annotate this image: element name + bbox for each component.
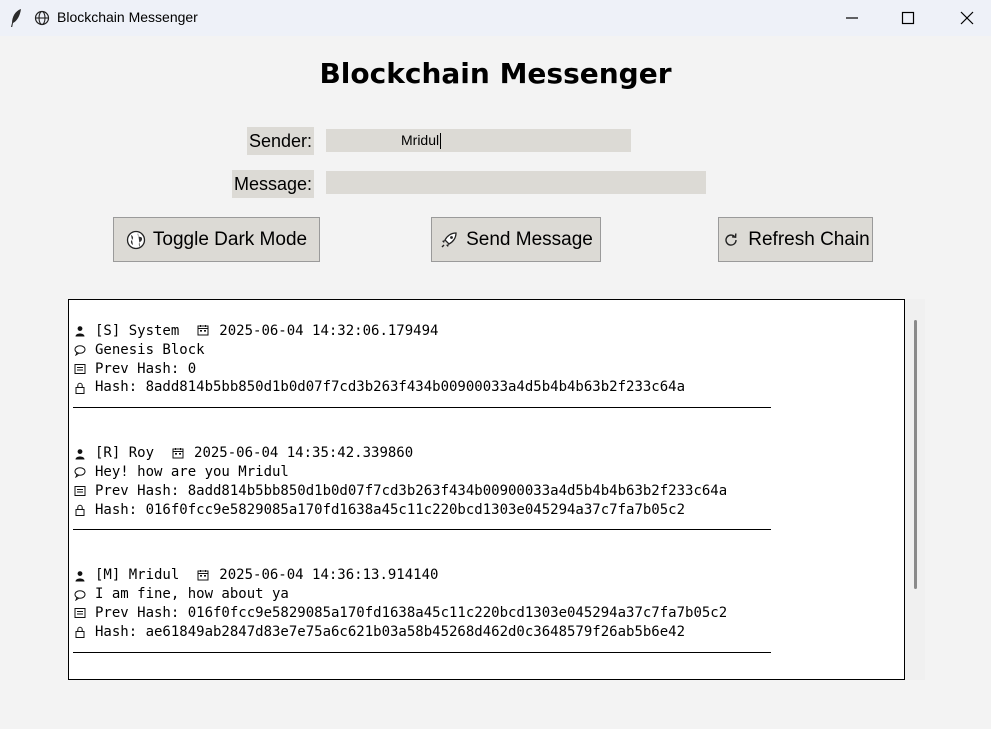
block-sender: [S] System — [95, 323, 180, 339]
block-message-line: I am fine, how about ya — [73, 585, 904, 604]
message-label: Message: — [232, 170, 315, 198]
block-timestamp: 2025-06-04 14:35:42.339860 — [194, 445, 414, 462]
block-separator — [73, 407, 771, 409]
scrollbar[interactable] — [905, 299, 925, 680]
speech-bubble-icon — [73, 343, 87, 357]
block-separator — [73, 529, 771, 531]
close-icon — [960, 11, 974, 25]
block-timestamp: 2025-06-04 14:36:13.914140 — [219, 567, 439, 584]
send-message-label: Send Message — [466, 228, 593, 250]
chain-block: [S] System 2025-06-04 14:32:06.179494 Gene… — [73, 322, 904, 409]
maximize-icon — [901, 11, 915, 25]
block-hash-line: Hash: 016f0fcc9e5829085a170fd1638a45c11c… — [73, 501, 904, 520]
title-bar: Blockchain Messenger — [0, 0, 991, 36]
chain-block: [R] Roy 2025-06-04 14:35:42.339860 Hey! ho… — [73, 444, 904, 531]
lock-icon — [73, 625, 87, 639]
sender-value: Mridul — [401, 132, 440, 148]
refresh-chain-button[interactable]: Refresh Chain — [718, 217, 873, 262]
person-icon — [73, 569, 87, 583]
page-title: Blockchain Messenger — [319, 57, 672, 90]
close-button[interactable] — [944, 0, 990, 36]
ledger-icon — [73, 362, 87, 376]
scrollbar-thumb[interactable] — [914, 320, 917, 589]
chain-block: [M] Mridul 2025-06-04 14:36:13.914140 I am… — [73, 566, 904, 653]
person-icon — [73, 447, 87, 461]
block-message: Hey! how are you Mridul — [95, 463, 289, 480]
block-prev-hash-line: Prev Hash: 016f0fcc9e5829085a170fd1638a4… — [73, 604, 904, 623]
lock-icon — [73, 381, 87, 395]
block-prev-hash: Prev Hash: 8add814b5bb850d1b0d07f7cd3b26… — [95, 482, 728, 499]
ledger-icon — [73, 606, 87, 620]
refresh-chain-label: Refresh Chain — [748, 228, 870, 250]
block-sender: [M] Mridul — [95, 567, 180, 584]
block-prev-hash: Prev Hash: 016f0fcc9e5829085a170fd1638a4… — [95, 604, 728, 621]
sender-label: Sender: — [247, 127, 315, 155]
block-separator — [73, 651, 771, 653]
globe-icon — [126, 230, 146, 249]
person-icon — [73, 324, 87, 338]
calendar-icon — [172, 447, 186, 461]
message-input[interactable] — [326, 171, 706, 194]
speech-bubble-icon — [73, 465, 87, 479]
minimize-button[interactable] — [829, 0, 875, 36]
toggle-dark-mode-label: Toggle Dark Mode — [152, 228, 308, 250]
block-hash-line: Hash: 8add814b5bb850d1b0d07f7cd3b263f434… — [73, 378, 904, 397]
feather-icon — [9, 8, 23, 28]
minimize-icon — [846, 17, 858, 19]
window-title: Blockchain Messenger — [57, 9, 198, 25]
block-message-line: Hey! how are you Mridul — [73, 463, 904, 482]
sender-input[interactable]: Mridul — [326, 129, 631, 152]
block-sender: [R] Roy — [95, 445, 155, 462]
chain-log[interactable]: [S] System 2025-06-04 14:32:06.179494 Gene… — [68, 299, 905, 680]
block-hash: Hash: ae61849ab2847d83e7e75a6c621b03a58b… — [95, 623, 686, 640]
globe-icon — [34, 10, 50, 26]
block-timestamp: 2025-06-04 14:32:06.179494 — [219, 323, 439, 339]
block-message: Genesis Block — [95, 341, 205, 358]
block-hash-line: Hash: ae61849ab2847d83e7e75a6c621b03a58b… — [73, 623, 904, 642]
block-prev-hash-line: Prev Hash: 8add814b5bb850d1b0d07f7cd3b26… — [73, 482, 904, 501]
lock-icon — [73, 503, 87, 517]
send-message-button[interactable]: Send Message — [431, 217, 601, 262]
text-caret — [440, 133, 442, 150]
maximize-button[interactable] — [885, 0, 931, 36]
block-sender-line: [S] System 2025-06-04 14:32:06.179494 — [73, 322, 904, 341]
calendar-icon — [197, 569, 211, 583]
rocket-icon — [441, 231, 457, 247]
block-hash: Hash: 016f0fcc9e5829085a170fd1638a45c11c… — [95, 501, 686, 518]
block-message: I am fine, how about ya — [95, 586, 289, 603]
speech-bubble-icon — [73, 588, 87, 602]
chain-log-content: [S] System 2025-06-04 14:32:06.179494 Gene… — [73, 322, 904, 679]
ledger-icon — [73, 484, 87, 498]
block-hash: Hash: 8add814b5bb850d1b0d07f7cd3b263f434… — [95, 379, 686, 396]
block-sender-line: [M] Mridul 2025-06-04 14:36:13.914140 — [73, 566, 904, 585]
block-sender-line: [R] Roy 2025-06-04 14:35:42.339860 — [73, 444, 904, 463]
calendar-icon — [197, 324, 211, 338]
block-prev-hash-line: Prev Hash: 0 — [73, 360, 904, 379]
refresh-icon — [725, 232, 737, 246]
block-message-line: Genesis Block — [73, 341, 904, 360]
block-prev-hash: Prev Hash: 0 — [95, 360, 197, 377]
toggle-dark-mode-button[interactable]: Toggle Dark Mode — [113, 217, 320, 262]
